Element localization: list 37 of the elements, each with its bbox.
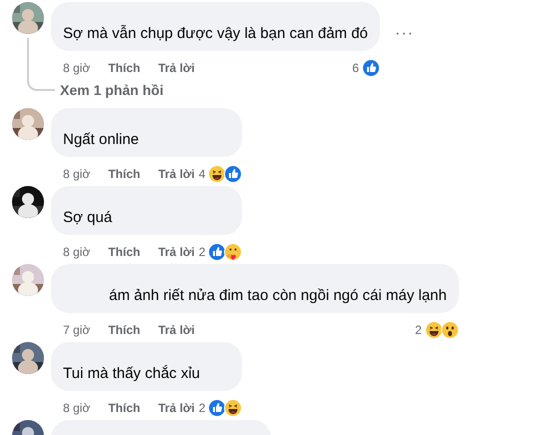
like-icon[interactable] bbox=[208, 398, 226, 416]
like-icon[interactable] bbox=[208, 242, 226, 260]
comment-text: Sợ quá bbox=[51, 186, 242, 235]
reaction-count: 2 bbox=[415, 322, 422, 338]
view-replies-link[interactable]: Xem 1 phản hồi bbox=[60, 82, 164, 98]
timestamp: 8 giờ bbox=[63, 244, 90, 260]
reaction-count: 6 bbox=[352, 60, 359, 76]
like-link[interactable]: Thích bbox=[108, 58, 140, 76]
comment-text: ám ảnh riết nửa đim tao còn ngồi ngó cái máy lạnh bbox=[51, 264, 459, 313]
like-link[interactable]: Thích bbox=[108, 320, 140, 338]
reply-link[interactable]: Trả lời bbox=[158, 398, 195, 416]
timestamp: 8 giờ bbox=[63, 400, 90, 416]
like-link[interactable]: Thích bbox=[108, 398, 140, 416]
like-icon[interactable] bbox=[362, 58, 380, 76]
comment-text: Sợ mà vẫn chụp được vậy là bạn can đảm đó bbox=[51, 2, 380, 51]
laughing-face-icon[interactable] bbox=[424, 320, 443, 338]
like-icon[interactable] bbox=[224, 164, 242, 182]
reply-link[interactable]: Trả lời bbox=[158, 58, 195, 76]
timestamp: 8 giờ bbox=[63, 166, 90, 182]
like-link[interactable]: Thích bbox=[108, 242, 140, 260]
laughing-face-icon[interactable] bbox=[208, 164, 226, 182]
like-link[interactable]: Thích bbox=[108, 164, 140, 182]
timestamp: 7 giờ bbox=[63, 322, 90, 338]
hugging-face-icon[interactable] bbox=[224, 242, 242, 260]
reply-link[interactable]: Trả lời bbox=[158, 242, 195, 260]
more-options-icon[interactable]: ··· bbox=[394, 22, 414, 46]
comment-text: Tui mà thấy chắc xỉu bbox=[51, 342, 242, 391]
reaction-count: 4 bbox=[198, 166, 206, 182]
reply-link[interactable]: Trả lời bbox=[158, 164, 195, 182]
laughing-face-icon[interactable] bbox=[224, 398, 242, 416]
connector-line bbox=[27, 38, 55, 91]
surprised-face-icon[interactable] bbox=[440, 320, 459, 338]
reaction-count: 2 bbox=[198, 244, 206, 260]
reaction-count: 2 bbox=[198, 400, 206, 416]
comment-text: Ngất online bbox=[51, 108, 242, 157]
reply-link[interactable]: Trả lời bbox=[158, 320, 195, 338]
timestamp: 8 giờ bbox=[63, 60, 90, 76]
